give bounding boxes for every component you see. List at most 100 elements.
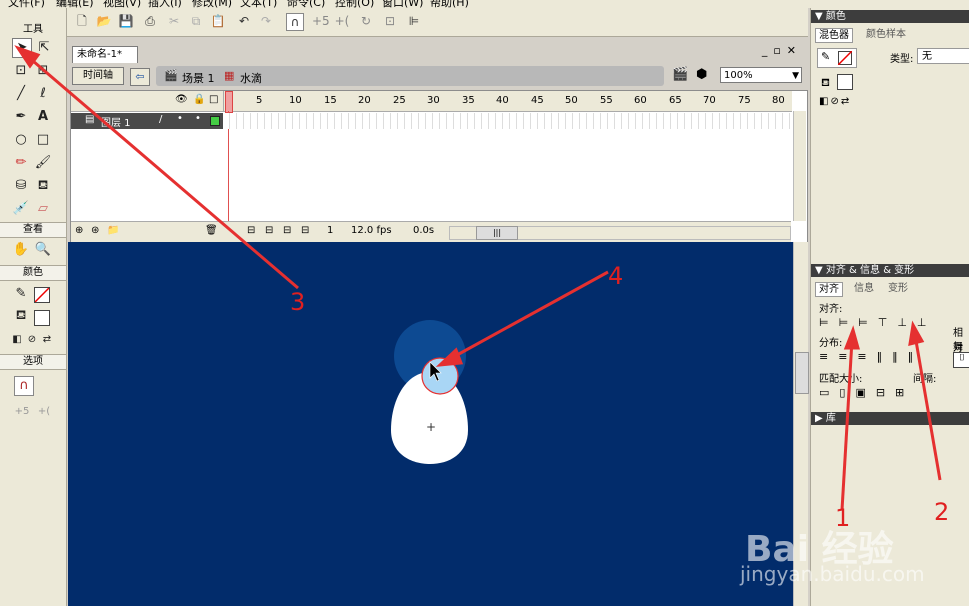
add-layer-icon[interactable]: ⊕ [75,225,83,236]
free-transform-icon[interactable]: ⊡ [11,61,31,81]
frame-ruler[interactable]: 1 5 10 15 20 25 30 35 40 45 50 55 60 65 … [223,91,792,112]
tab-transform[interactable]: 变形 [885,282,911,295]
pen-tool-icon[interactable]: ✒ [11,107,31,127]
text-tool-icon[interactable]: A [33,107,53,127]
menu-view[interactable]: 视图(V) [103,0,141,8]
selection-arrow-icon[interactable]: ➤ [12,38,32,58]
stage[interactable]: + [68,242,793,606]
timeline-hscrollbar[interactable]: ||| [449,226,791,240]
snap-magnet-icon[interactable]: ∩ [286,13,304,31]
stroke-color-icon[interactable]: ✎ [11,284,31,304]
edit-frames-icon[interactable]: ⊟ [301,225,309,236]
edit-scene-icon[interactable]: 🎬 [672,67,688,82]
timeline-vscrollbar[interactable] [793,111,806,221]
swap-colors-icon[interactable]: ⇄ [37,330,57,350]
menu-help[interactable]: 帮助(H) [430,0,469,8]
color-panel-header[interactable]: ▼ 颜色 [811,10,969,23]
paint-bucket-icon[interactable]: ⛾ [33,176,53,196]
stroke-swatch[interactable] [34,287,50,303]
mixer-fill-swatch[interactable] [837,74,853,90]
lock-icon[interactable]: 🔒 [193,94,205,105]
straighten-icon[interactable]: +( [334,13,350,29]
layer-frames[interactable] [223,113,791,129]
zoom-select[interactable]: 100% ▼ [720,67,802,83]
align-label: 对齐: [819,304,843,315]
line-tool-icon[interactable]: ╱ [11,84,31,104]
tab-color-swatches[interactable]: 颜色样本 [863,28,909,41]
outline-icon[interactable]: □ [209,94,218,105]
menu-window[interactable]: 窗口(W) [382,0,423,8]
snap-option-magnet-icon[interactable]: ∩ [14,376,34,396]
cut-icon[interactable]: ✂ [166,13,182,29]
eye-icon[interactable]: 👁 [175,94,188,105]
menu-edit[interactable]: 编辑(E) [56,0,94,8]
document-tab[interactable]: 未命名-1* [72,46,138,63]
mixer-options-icon[interactable]: ◧⊘⇄ [819,96,851,107]
fill-swatch[interactable] [34,310,50,326]
scroll-thumb[interactable]: ||| [476,226,518,240]
print-icon[interactable]: ⎙ [142,13,158,29]
align-buttons-row[interactable]: ⊨⊨⊨⊤⊥⊥ [819,316,937,329]
library-panel-header[interactable]: ▶ 库 [811,412,969,425]
rectangle-tool-icon[interactable]: □ [33,130,53,150]
zoom-tool-icon[interactable]: 🔍 [33,240,53,260]
menu-control[interactable]: 控制(O) [335,0,374,8]
eyedropper-icon[interactable]: 💉 [11,199,31,219]
tab-align[interactable]: 对齐 [815,282,843,297]
edit-symbol-icon[interactable]: ⬢ [696,67,707,82]
oval-tool-icon[interactable]: ○ [11,130,31,150]
menu-modify[interactable]: 修改(M) [192,0,232,8]
window-controls[interactable]: _▫✕ [762,44,802,57]
copy-icon[interactable]: ⧉ [188,13,204,29]
stage-scroll-thumb[interactable] [795,352,809,394]
onion-outline-icon[interactable]: ⊟ [283,225,291,236]
playhead[interactable] [225,91,233,113]
delete-layer-icon[interactable]: 🗑 [205,225,218,236]
fill-color-icon[interactable]: ⛾ [11,306,31,326]
eraser-icon[interactable]: ▱ [33,199,53,219]
straighten-option-icon[interactable]: +( [34,402,54,422]
match-size-buttons-row[interactable]: ▭▯▣⊟⊞ [819,386,914,399]
distribute-buttons-row[interactable]: ≡≡≡‖‖‖ [819,350,923,363]
scale-icon[interactable]: ⊡ [382,13,398,29]
back-arrow-icon[interactable]: ⇦ [130,68,150,86]
mixer-stroke-swatch[interactable]: ✎ [817,48,857,68]
layer-color-box[interactable] [210,116,220,126]
smooth-icon[interactable]: +5 [312,13,330,29]
timeline-toggle-button[interactable]: 时间轴 [72,67,124,85]
open-file-icon[interactable]: 📂 [96,13,112,29]
type-select[interactable]: 无 [917,48,969,64]
onion-skin-icon[interactable]: ⊟ [265,225,273,236]
scene-label[interactable]: 场景 1 [182,70,215,86]
new-file-icon[interactable]: 🗋 [74,13,90,29]
redo-icon[interactable]: ↷ [258,13,274,29]
undo-icon[interactable]: ↶ [236,13,252,29]
add-guide-icon[interactable]: ⊛ [91,225,99,236]
menu-file[interactable]: 文件(F) [8,0,45,8]
smooth-option-icon[interactable]: +5 [12,402,32,422]
layer-row[interactable]: ▤ 图层 1 / • • [71,113,223,129]
tab-color-mixer[interactable]: 混色器 [815,28,853,43]
menu-commands[interactable]: 命令(C) [287,0,325,8]
symbol-label[interactable]: 水滴 [240,70,262,86]
lock-dot[interactable]: • [195,113,201,124]
align-toolbar-icon[interactable]: ⊫ [406,13,422,29]
hand-tool-icon[interactable]: ✋ [11,240,31,260]
pencil-icon[interactable]: ✏ [11,153,31,173]
subselection-icon[interactable]: ⇱ [34,38,54,58]
save-icon[interactable]: 💾 [118,13,134,29]
add-folder-icon[interactable]: 📁 [107,225,119,236]
menu-insert[interactable]: 插入(I) [148,0,182,8]
tab-info[interactable]: 信息 [851,282,877,295]
fill-transform-icon[interactable]: ⊞ [33,61,53,81]
brush-icon[interactable]: 🖌 [33,153,53,173]
rotate-icon[interactable]: ↻ [358,13,374,29]
menu-text[interactable]: 文本(T) [240,0,277,8]
ink-bottle-icon[interactable]: ⛁ [11,176,31,196]
align-panel-header[interactable]: ▼ 对齐 & 信息 & 变形 [811,264,969,277]
visibility-dot[interactable]: • [177,113,183,124]
paste-icon[interactable]: 📋 [210,13,226,29]
to-stage-button[interactable]: ⌷ [953,352,969,368]
lasso-icon[interactable]: ℓ [33,84,53,104]
center-frame-icon[interactable]: ⊟ [247,225,255,236]
